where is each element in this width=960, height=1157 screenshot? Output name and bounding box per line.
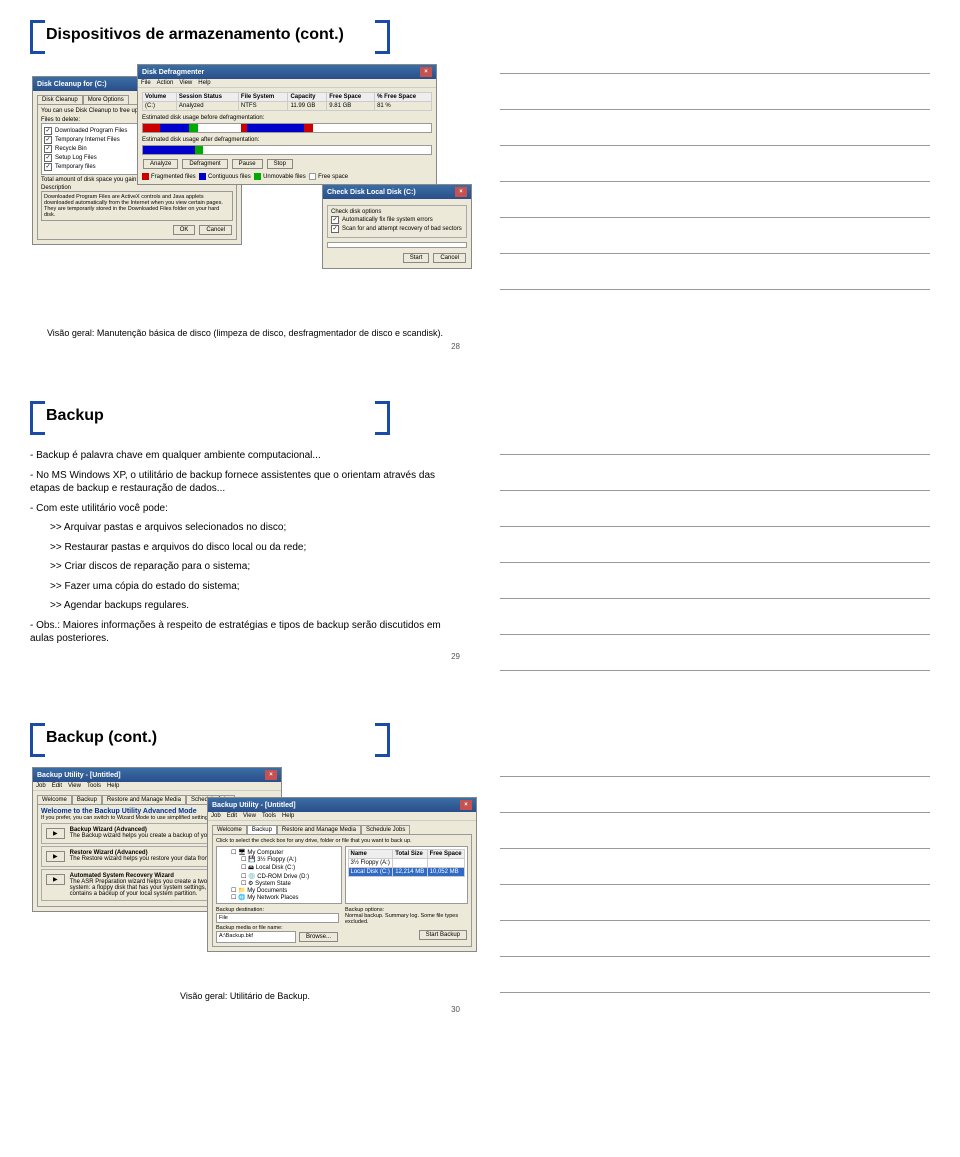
tab-more-options[interactable]: More Options	[83, 95, 129, 104]
close-icon[interactable]: ×	[265, 770, 277, 780]
frag-bar-after	[142, 145, 432, 155]
tab-schedule[interactable]: Schedule Jobs	[361, 825, 410, 834]
wizard-icon[interactable]: ▶	[46, 851, 65, 862]
defrag-menubar[interactable]: FileActionViewHelp	[138, 79, 436, 88]
notes-area	[500, 723, 930, 1014]
close-icon[interactable]: ×	[420, 67, 432, 77]
page-number: 28	[30, 342, 460, 351]
page-number: 30	[30, 1005, 460, 1014]
slide2-body: - Backup é palavra chave em qualquer amb…	[30, 449, 450, 646]
stop-button[interactable]: Stop	[267, 159, 293, 169]
backup-menubar[interactable]: JobEditViewToolsHelp	[33, 782, 281, 791]
slide1-caption: Visão geral: Manutenção básica de disco …	[30, 328, 460, 338]
progress-bar	[327, 242, 467, 248]
cancel-button[interactable]: Cancel	[199, 225, 232, 235]
slide3-caption: Visão geral: Utilitário de Backup.	[30, 991, 460, 1001]
tab-disk-cleanup[interactable]: Disk Cleanup	[37, 95, 83, 104]
before-label: Estimated disk usage before defragmentat…	[142, 115, 432, 121]
window-title: Backup Utility - [Untitled]	[37, 772, 121, 779]
tab-backup[interactable]: Backup	[72, 795, 102, 804]
chkdsk-window: Check Disk Local Disk (C:) × Check disk …	[322, 184, 472, 269]
chkdsk-titlebar: Check Disk Local Disk (C:) ×	[323, 185, 471, 199]
slide3-screenshots: Backup Utility - [Untitled] × JobEditView…	[30, 765, 460, 985]
defrag-window: Disk Defragmenter × FileActionViewHelp V…	[137, 64, 437, 185]
wizard-icon[interactable]: ▶	[46, 828, 65, 839]
tab-backup[interactable]: Backup	[247, 825, 277, 834]
tab-welcome[interactable]: Welcome	[37, 795, 72, 804]
analyze-button[interactable]: Analyze	[143, 159, 178, 169]
chk-opts-label: Check disk options	[331, 209, 463, 215]
backup-tree[interactable]: ☐ 🖥 My Computer ☐ 💾 3½ Floppy (A:) ☐ 🖴 L…	[216, 846, 342, 904]
slide1-screenshots: Disk Cleanup for (C:) × Disk CleanupMore…	[30, 62, 460, 322]
slide2-title: Backup	[46, 407, 104, 424]
slide1-title: Dispositivos de armazenamento (cont.)	[46, 26, 344, 43]
cancel-button[interactable]: Cancel	[433, 253, 466, 263]
tab-restore[interactable]: Restore and Manage Media	[277, 825, 361, 834]
chk-fix-errors[interactable]: ✓Automatically fix file system errors	[331, 216, 463, 224]
start-button[interactable]: Start	[403, 253, 430, 263]
table-row[interactable]: (C:)AnalyzedNTFS11.99 GB9.81 GB81 %	[143, 102, 432, 111]
ok-button[interactable]: OK	[173, 225, 196, 235]
backup-file-list[interactable]: NameTotal SizeFree Space 3½ Floppy (A:) …	[348, 849, 466, 877]
media-input[interactable]: A:\Backup.bkf	[216, 931, 296, 943]
notes-area	[500, 20, 930, 351]
table-row: 3½ Floppy (A:)	[348, 859, 465, 868]
opt-text: Normal backup. Summary log. Some file ty…	[345, 913, 468, 925]
close-icon[interactable]: ×	[455, 187, 467, 197]
desc-text: Downloaded Program Files are ActiveX con…	[41, 191, 233, 221]
backup-tab-window: Backup Utility - [Untitled] × JobEditView…	[207, 797, 477, 952]
notes-area	[500, 401, 930, 673]
close-icon[interactable]: ×	[460, 800, 472, 810]
tab-restore[interactable]: Restore and Manage Media	[102, 795, 186, 804]
wizard-icon[interactable]: ▶	[46, 874, 65, 885]
chk-scan-bad[interactable]: ✓Scan for and attempt recovery of bad se…	[331, 225, 463, 233]
after-label: Estimated disk usage after defragmentati…	[142, 137, 432, 143]
frag-bar-before	[142, 123, 432, 133]
defragment-button[interactable]: Defragment	[182, 159, 227, 169]
tab-welcome[interactable]: Welcome	[212, 825, 247, 834]
backup-hint: Click to select the check box for any dr…	[216, 838, 468, 844]
browse-button[interactable]: Browse...	[299, 932, 338, 942]
defrag-title: Disk Defragmenter	[142, 69, 204, 76]
defrag-titlebar: Disk Defragmenter ×	[138, 65, 436, 79]
start-backup-button[interactable]: Start Backup	[419, 930, 467, 940]
pause-button[interactable]: Pause	[232, 159, 263, 169]
defrag-legend: Fragmented files Contiguous files Unmova…	[142, 173, 432, 180]
window-title: Backup Utility - [Untitled]	[212, 802, 296, 809]
dest-select[interactable]: File	[216, 913, 339, 923]
slide3-title: Backup (cont.)	[46, 729, 157, 746]
defrag-volume-table: VolumeSession StatusFile SystemCapacityF…	[142, 92, 432, 111]
page-number: 29	[30, 652, 460, 661]
table-row: Local Disk (C:)12,214 MB10,052 MB	[348, 868, 465, 877]
backup-menubar[interactable]: JobEditViewToolsHelp	[208, 812, 476, 821]
disk-cleanup-title: Disk Cleanup for (C:)	[37, 81, 107, 88]
chkdsk-title: Check Disk Local Disk (C:)	[327, 189, 416, 196]
